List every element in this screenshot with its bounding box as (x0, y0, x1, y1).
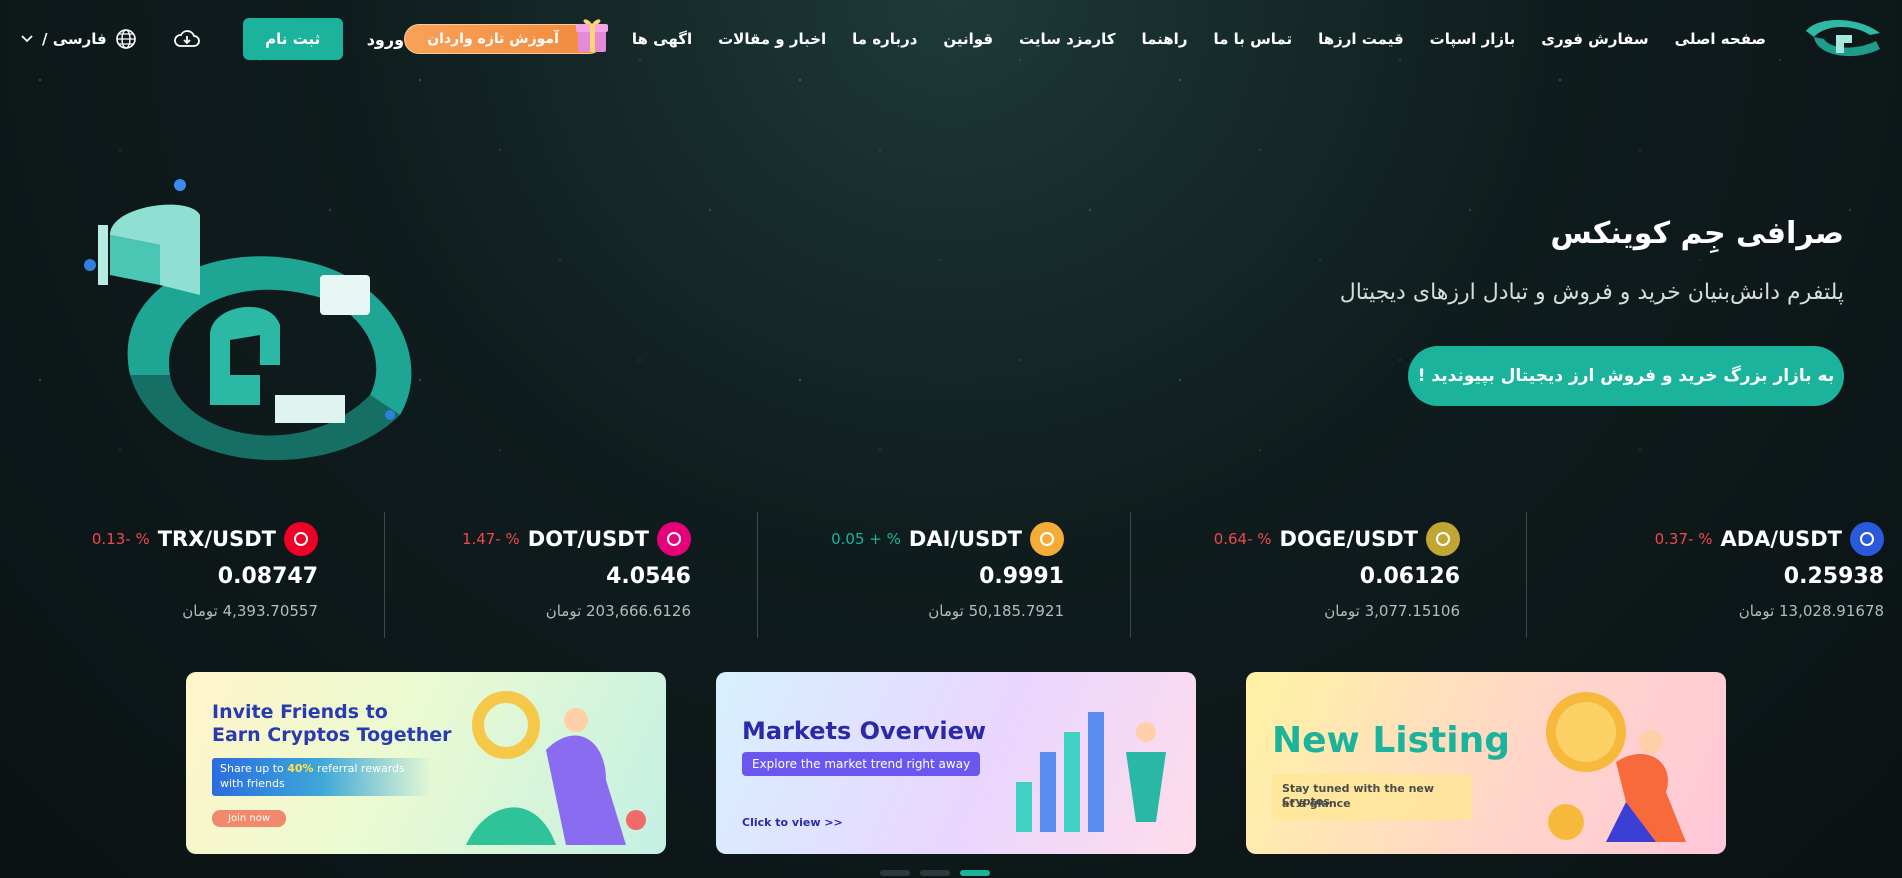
banner-invite-desc-pct: 40% (287, 762, 314, 775)
newcomer-tutorial-promo[interactable]: آموزش تازه واردان (404, 19, 608, 54)
nav-prices[interactable]: قیمت ارزها (1318, 30, 1404, 48)
ticker-price: 0.06126 (1359, 564, 1460, 589)
ticker-change: 0.13- % (91, 530, 150, 548)
ticker-head: DOGE/USDT 0.64- % (1214, 522, 1460, 556)
ticker-price: 4.0546 (606, 564, 691, 589)
dai-icon (1030, 522, 1064, 556)
hero-title: صرافی جِم کوینکس (1550, 216, 1844, 251)
nav-about[interactable]: درباره ما (852, 30, 917, 48)
chevron-down-icon (21, 35, 33, 43)
banner-invite-desc-post: referral rewards (313, 762, 405, 775)
pager-dot[interactable] (880, 870, 910, 876)
ticker-toman: 3,077.15106 تومان (1324, 602, 1460, 620)
polkadot-icon (657, 522, 691, 556)
ticker-price: 0.25938 (1783, 564, 1884, 589)
banner-new-listing[interactable]: New Listing Stay tuned with the new Cryp… (1246, 672, 1726, 854)
cardano-icon (1850, 522, 1884, 556)
download-app-icon[interactable] (173, 28, 201, 50)
ticker-change: 1.47- % (461, 530, 520, 548)
ticker-head: DOT/USDT 1.47- % (462, 522, 691, 556)
ticker-toman: 50,185.7921 تومان (928, 602, 1064, 620)
ticker-pair: DOT/USDT (527, 527, 649, 551)
nav-spot-market[interactable]: بازار اسپات (1430, 30, 1516, 48)
globe-icon (115, 29, 136, 49)
tron-icon (284, 522, 318, 556)
banner-markets-overview[interactable]: Markets Overview Explore the market tren… (716, 672, 1196, 854)
banner-pager (880, 870, 990, 876)
ticker-head: DAI/USDT 0.05 + % (831, 522, 1064, 556)
nav-account-area: ورود ثبت نام فارسی / (20, 18, 404, 60)
nav-rules[interactable]: قوانین (943, 30, 993, 48)
ticker-toman: 13,028.91678 تومان (1738, 602, 1884, 620)
login-link[interactable]: ورود (367, 30, 404, 49)
ticker-trx[interactable]: TRX/USDT 0.13- % 0.08747 4,393.70557 تومان (0, 512, 384, 638)
banner-listing-desc-box: Stay tuned with the new Cryptos at a gla… (1272, 774, 1472, 820)
nav-home[interactable]: صفحه اصلی (1675, 30, 1766, 48)
ticker-toman: 4,393.70557 تومان (182, 602, 318, 620)
banner-listing-desc-2: at a glance (1282, 797, 1351, 810)
banner-invite-desc-2: with friends (220, 777, 285, 790)
banner-markets-title: Markets Overview (742, 717, 987, 745)
ticker-change: 0.37- % (1654, 530, 1713, 548)
dogecoin-icon (1426, 522, 1460, 556)
language-selector[interactable]: فارسی / (20, 28, 137, 50)
ticker-pair: ADA/USDT (1720, 527, 1842, 551)
nav-contact[interactable]: تماس با ما (1213, 30, 1292, 48)
banner-listing-title: New Listing (1272, 720, 1510, 761)
banner-invite-title-2: Earn Cryptos Together (212, 724, 452, 746)
ticker-change: 0.64- % (1213, 530, 1272, 548)
banner-markets-link[interactable]: Click to view >> (742, 816, 843, 829)
pager-dot[interactable] (920, 870, 950, 876)
banner-markets-desc: Explore the market trend right away (742, 752, 981, 776)
ticker-pair: DAI/USDT (908, 527, 1022, 551)
ticker-dot[interactable]: DOT/USDT 1.47- % 4.0546 203,666.6126 تومان (384, 512, 757, 638)
ticker-toman: 203,666.6126 تومان (545, 602, 691, 620)
nav-fees[interactable]: کارمزد سایت (1019, 30, 1115, 48)
signup-button[interactable]: ثبت نام (242, 18, 343, 60)
banner-invite-desc-1: Share up to 40% referral rewards (220, 762, 405, 775)
ticker-ada[interactable]: ADA/USDT 0.37- % 0.25938 13,028.91678 تومان (1526, 512, 1902, 638)
banner-invite-title-1: Invite Friends to (212, 701, 388, 723)
ticker-head: ADA/USDT 0.37- % (1655, 522, 1884, 556)
join-market-button[interactable]: به بازار بزرگ خرید و فروش ارز دیجیتال بپ… (1408, 346, 1844, 406)
nav-news[interactable]: اخبار و مقالات (718, 30, 826, 48)
nav-ads[interactable]: اگهی ها (632, 30, 692, 48)
ticker-price: 0.08747 (217, 564, 318, 589)
chart-bars-illustration (1016, 712, 1166, 832)
banner-invite-desc-box: Share up to 40% referral rewards with fr… (212, 758, 432, 796)
gift-icon (575, 19, 608, 52)
banner-invite-desc-pre: Share up to (220, 762, 288, 775)
ticker-pair: TRX/USDT (157, 527, 276, 551)
ticker-doge[interactable]: DOGE/USDT 0.64- % 0.06126 3,077.15106 تومان (1130, 512, 1526, 638)
nav-instant-order[interactable]: سفارش فوری (1541, 30, 1648, 48)
hero-illustration (84, 179, 412, 461)
gemcoinex-logo[interactable] (1796, 11, 1888, 67)
top-navbar: صفحه اصلی سفارش فوری بازار اسپات قیمت ار… (0, 0, 1902, 78)
coin-person-illustration (1546, 692, 1686, 842)
ticker-pair: DOGE/USDT (1279, 527, 1418, 551)
invite-character-illustration (466, 691, 646, 845)
language-label: فارسی / (42, 30, 107, 48)
pager-dot-active[interactable] (960, 870, 990, 876)
ticker-change: 0.05 + % (831, 530, 901, 548)
hero-subtitle: پلتفرم دانش‌بنیان خرید و فروش و تبادل ار… (1339, 280, 1844, 305)
price-tickers: ADA/USDT 0.37- % 0.25938 13,028.91678 تومان… (0, 512, 1902, 638)
ticker-head: TRX/USDT 0.13- % (92, 522, 318, 556)
main-nav: صفحه اصلی سفارش فوری بازار اسپات قیمت ار… (606, 30, 1766, 48)
join-now-button[interactable]: Join now (212, 810, 286, 827)
banner-invite-friends[interactable]: Invite Friends to Earn Cryptos Together … (186, 672, 666, 854)
ticker-price: 0.9991 (979, 564, 1064, 589)
nav-guide[interactable]: راهنما (1141, 30, 1187, 48)
ticker-dai[interactable]: DAI/USDT 0.05 + % 0.9991 50,185.7921 تومان (757, 512, 1130, 638)
